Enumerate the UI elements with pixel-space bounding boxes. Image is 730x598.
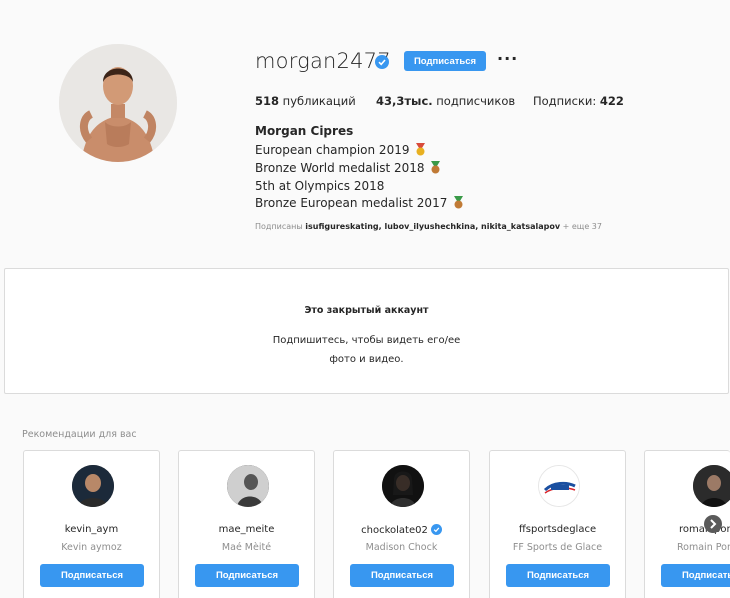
suggestion-card: chockolate02 Madison Chock Подписаться [333, 450, 470, 598]
suggestion-name: FF Sports de Glace [512, 542, 603, 553]
suggestion-card: mae_meite Maé Mèité Подписаться [178, 450, 315, 598]
ffsg-logo-icon[interactable] [538, 465, 580, 507]
followed-by-names: isufigureskating, lubov_ilyushechkina, n… [305, 222, 561, 231]
suggestion-card: ffsportsdeglace FF Sports de Glace Подпи… [489, 450, 626, 598]
followed-by[interactable]: Подписаны isufigureskating, lubov_ilyush… [255, 222, 602, 231]
posts-label: публикаций [282, 94, 356, 108]
suggestion-username[interactable]: ffsportsdeglace [490, 524, 625, 535]
posts-count: 518 публикаций [255, 94, 356, 108]
verified-badge-icon [430, 524, 442, 538]
suggestion-name: Kevin aymoz [61, 542, 122, 553]
suggestion-name: Romain Pon [677, 542, 730, 553]
suggestion-follow-button[interactable]: Подписаться [661, 564, 730, 587]
bio-line: Bronze World medalist 2018 [255, 161, 441, 177]
profile-avatar [59, 44, 177, 162]
posts-value: 518 [255, 94, 280, 108]
bio-text: 5th at Olympics 2018 [255, 179, 385, 193]
followers-count[interactable]: 43,3тыс. подписчиков [376, 94, 515, 108]
suggestion-username[interactable]: chockolate02 [334, 524, 469, 538]
followers-label: подписчиков [436, 94, 516, 108]
suggestion-name: Maé Mèité [221, 542, 272, 553]
suggestion-avatar[interactable] [227, 465, 269, 507]
bronze-medal-icon [453, 196, 464, 212]
suggestion-avatar[interactable] [72, 465, 114, 507]
bio-line: Bronze European medalist 2017 [255, 196, 464, 212]
private-desc-line: фото и видео. [329, 354, 404, 365]
private-account-desc: Подпишитесь, чтобы видеть его/ее фото и … [5, 331, 728, 369]
next-arrow-icon[interactable] [704, 515, 722, 533]
following-label: Подписки: [533, 94, 597, 108]
private-desc-line: Подпишитесь, чтобы видеть его/ее [272, 335, 461, 346]
private-account-notice: Это закрытый аккаунт Подпишитесь, чтобы … [4, 268, 729, 394]
verified-badge-icon [375, 54, 389, 69]
suggestion-follow-button[interactable]: Подписаться [506, 564, 610, 587]
bio-line: 5th at Olympics 2018 [255, 179, 384, 193]
suggestion-username-text: chockolate02 [361, 525, 428, 536]
bio-line: European champion 2019 [255, 143, 426, 159]
suggestion-follow-button[interactable]: Подписаться [40, 564, 144, 587]
suggestion-follow-button[interactable]: Подписаться [350, 564, 454, 587]
suggestion-avatar[interactable] [382, 465, 424, 507]
followed-by-more: + еще 37 [562, 222, 602, 231]
more-options-icon[interactable]: ··· [497, 51, 518, 67]
suggestion-follow-button[interactable]: Подписаться [195, 564, 299, 587]
suggestion-username[interactable]: kevin_aym [24, 524, 159, 535]
profile-username: morgan2477 [255, 49, 391, 73]
suggestion-username[interactable]: mae_meite [179, 524, 314, 535]
bio-text: European champion 2019 [255, 143, 410, 157]
suggestion-card: kevin_aym Kevin aymoz Подписаться [23, 450, 160, 598]
follow-button[interactable]: Подписаться [404, 51, 486, 71]
following-count[interactable]: Подписки: 422 [533, 94, 624, 108]
bronze-medal-icon [430, 161, 441, 177]
private-account-title: Это закрытый аккаунт [304, 305, 429, 316]
suggestion-name: Madison Chock [365, 542, 438, 553]
gold-medal-icon [415, 143, 426, 159]
followers-value: 43,3тыс. [376, 94, 433, 108]
bio-text: Bronze European medalist 2017 [255, 196, 448, 210]
profile-full-name: Morgan Cipres [255, 124, 354, 138]
following-value: 422 [599, 94, 624, 108]
recommendations-title: Рекомендации для вас [22, 429, 137, 440]
followed-by-prefix: Подписаны [255, 222, 303, 231]
bio-text: Bronze World medalist 2018 [255, 161, 425, 175]
suggestion-avatar[interactable] [693, 465, 730, 507]
